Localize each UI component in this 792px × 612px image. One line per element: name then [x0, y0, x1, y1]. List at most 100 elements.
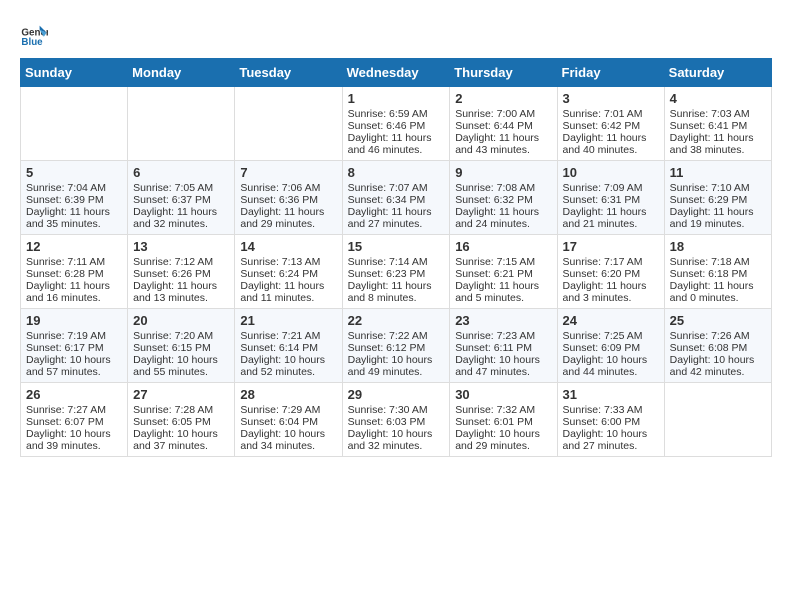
column-header-sunday: Sunday: [21, 59, 128, 87]
day-info-line: Daylight: 11 hours: [563, 206, 659, 218]
day-info-line: Daylight: 10 hours: [455, 428, 551, 440]
day-number: 5: [26, 165, 122, 180]
day-info-line: Sunrise: 7:20 AM: [133, 330, 229, 342]
calendar-day-cell: 30Sunrise: 7:32 AMSunset: 6:01 PMDayligh…: [450, 383, 557, 457]
day-info-line: Sunset: 6:18 PM: [670, 268, 766, 280]
day-info-line: and 46 minutes.: [348, 144, 445, 156]
day-info-line: Sunrise: 7:18 AM: [670, 256, 766, 268]
day-info-line: Daylight: 11 hours: [26, 280, 122, 292]
day-info-line: Sunset: 6:20 PM: [563, 268, 659, 280]
day-number: 1: [348, 91, 445, 106]
day-info-line: and 49 minutes.: [348, 366, 445, 378]
day-info-line: and 39 minutes.: [26, 440, 122, 452]
day-info-line: Sunset: 6:37 PM: [133, 194, 229, 206]
day-info-line: Sunset: 6:17 PM: [26, 342, 122, 354]
day-info-line: and 38 minutes.: [670, 144, 766, 156]
day-number: 19: [26, 313, 122, 328]
day-info-line: Sunrise: 7:14 AM: [348, 256, 445, 268]
calendar-day-cell: 22Sunrise: 7:22 AMSunset: 6:12 PMDayligh…: [342, 309, 450, 383]
day-info-line: Sunset: 6:32 PM: [455, 194, 551, 206]
day-info-line: Sunset: 6:41 PM: [670, 120, 766, 132]
calendar-day-cell: 6Sunrise: 7:05 AMSunset: 6:37 PMDaylight…: [128, 161, 235, 235]
day-info-line: Sunrise: 7:21 AM: [240, 330, 336, 342]
day-info-line: and 57 minutes.: [26, 366, 122, 378]
day-number: 21: [240, 313, 336, 328]
day-info-line: Sunrise: 7:12 AM: [133, 256, 229, 268]
day-info-line: Sunrise: 7:15 AM: [455, 256, 551, 268]
day-info-line: Daylight: 11 hours: [455, 132, 551, 144]
calendar-day-cell: 21Sunrise: 7:21 AMSunset: 6:14 PMDayligh…: [235, 309, 342, 383]
day-number: 14: [240, 239, 336, 254]
day-info-line: Sunset: 6:12 PM: [348, 342, 445, 354]
day-info-line: Sunset: 6:09 PM: [563, 342, 659, 354]
day-info-line: and 43 minutes.: [455, 144, 551, 156]
day-info-line: and 55 minutes.: [133, 366, 229, 378]
day-info-line: Sunrise: 7:22 AM: [348, 330, 445, 342]
day-info-line: and 24 minutes.: [455, 218, 551, 230]
calendar-day-cell: 12Sunrise: 7:11 AMSunset: 6:28 PMDayligh…: [21, 235, 128, 309]
day-number: 24: [563, 313, 659, 328]
day-info-line: Daylight: 11 hours: [133, 280, 229, 292]
day-number: 28: [240, 387, 336, 402]
day-info-line: Sunset: 6:04 PM: [240, 416, 336, 428]
day-info-line: Sunrise: 7:29 AM: [240, 404, 336, 416]
day-info-line: Daylight: 11 hours: [563, 132, 659, 144]
day-info-line: Sunset: 6:46 PM: [348, 120, 445, 132]
calendar-day-cell: 8Sunrise: 7:07 AMSunset: 6:34 PMDaylight…: [342, 161, 450, 235]
day-info-line: Daylight: 11 hours: [455, 280, 551, 292]
day-info-line: Sunset: 6:15 PM: [133, 342, 229, 354]
day-info-line: Sunrise: 6:59 AM: [348, 108, 445, 120]
day-info-line: Sunset: 6:31 PM: [563, 194, 659, 206]
calendar-day-cell: 9Sunrise: 7:08 AMSunset: 6:32 PMDaylight…: [450, 161, 557, 235]
day-info-line: and 32 minutes.: [348, 440, 445, 452]
column-header-saturday: Saturday: [664, 59, 771, 87]
day-info-line: Daylight: 10 hours: [455, 354, 551, 366]
empty-day-cell: [21, 87, 128, 161]
day-info-line: Daylight: 11 hours: [670, 132, 766, 144]
day-info-line: Daylight: 11 hours: [133, 206, 229, 218]
day-info-line: Sunrise: 7:00 AM: [455, 108, 551, 120]
day-info-line: Sunset: 6:29 PM: [670, 194, 766, 206]
day-info-line: Daylight: 10 hours: [133, 354, 229, 366]
day-number: 31: [563, 387, 659, 402]
day-number: 22: [348, 313, 445, 328]
calendar-week-row: 5Sunrise: 7:04 AMSunset: 6:39 PMDaylight…: [21, 161, 772, 235]
calendar-header-row: SundayMondayTuesdayWednesdayThursdayFrid…: [21, 59, 772, 87]
day-info-line: and 11 minutes.: [240, 292, 336, 304]
day-info-line: and 37 minutes.: [133, 440, 229, 452]
day-number: 8: [348, 165, 445, 180]
calendar-week-row: 26Sunrise: 7:27 AMSunset: 6:07 PMDayligh…: [21, 383, 772, 457]
day-info-line: Sunrise: 7:23 AM: [455, 330, 551, 342]
empty-day-cell: [235, 87, 342, 161]
day-info-line: and 42 minutes.: [670, 366, 766, 378]
calendar-day-cell: 26Sunrise: 7:27 AMSunset: 6:07 PMDayligh…: [21, 383, 128, 457]
day-info-line: and 27 minutes.: [563, 440, 659, 452]
day-number: 2: [455, 91, 551, 106]
day-info-line: Sunrise: 7:30 AM: [348, 404, 445, 416]
day-info-line: Sunset: 6:24 PM: [240, 268, 336, 280]
calendar-week-row: 19Sunrise: 7:19 AMSunset: 6:17 PMDayligh…: [21, 309, 772, 383]
day-number: 3: [563, 91, 659, 106]
svg-text:Blue: Blue: [21, 37, 43, 48]
day-info-line: and 13 minutes.: [133, 292, 229, 304]
calendar-day-cell: 15Sunrise: 7:14 AMSunset: 6:23 PMDayligh…: [342, 235, 450, 309]
day-number: 9: [455, 165, 551, 180]
calendar-day-cell: 11Sunrise: 7:10 AMSunset: 6:29 PMDayligh…: [664, 161, 771, 235]
column-header-monday: Monday: [128, 59, 235, 87]
day-info-line: and 29 minutes.: [455, 440, 551, 452]
calendar-table: SundayMondayTuesdayWednesdayThursdayFrid…: [20, 58, 772, 457]
day-info-line: Sunrise: 7:01 AM: [563, 108, 659, 120]
day-number: 6: [133, 165, 229, 180]
day-info-line: and 3 minutes.: [563, 292, 659, 304]
day-info-line: Sunset: 6:01 PM: [455, 416, 551, 428]
calendar-week-row: 12Sunrise: 7:11 AMSunset: 6:28 PMDayligh…: [21, 235, 772, 309]
day-info-line: Sunrise: 7:09 AM: [563, 182, 659, 194]
logo: General Blue: [20, 20, 52, 48]
day-info-line: Sunrise: 7:13 AM: [240, 256, 336, 268]
day-number: 7: [240, 165, 336, 180]
day-info-line: Sunset: 6:39 PM: [26, 194, 122, 206]
day-info-line: Daylight: 10 hours: [26, 428, 122, 440]
day-info-line: Daylight: 11 hours: [455, 206, 551, 218]
calendar-day-cell: 20Sunrise: 7:20 AMSunset: 6:15 PMDayligh…: [128, 309, 235, 383]
day-number: 11: [670, 165, 766, 180]
